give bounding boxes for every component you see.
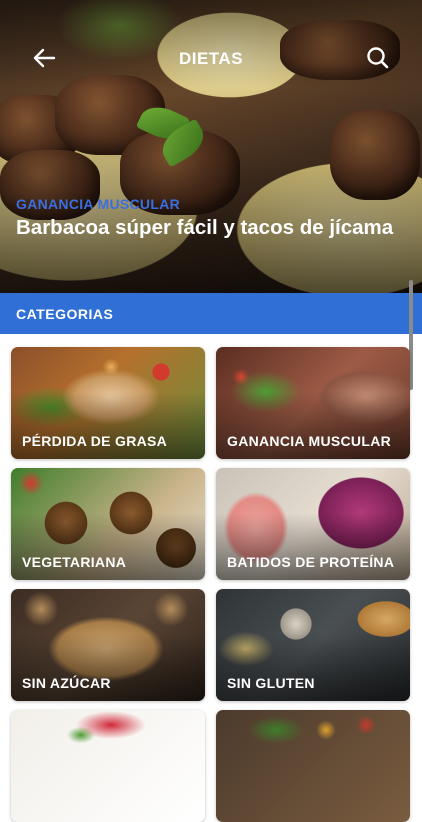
featured-recipe-banner[interactable]: DIETAS GANANCIA MUSCULAR Barbacoa súper … <box>0 0 422 293</box>
category-label: BATIDOS DE PROTEÍNA <box>227 554 395 570</box>
top-bar: DIETAS <box>0 38 422 78</box>
search-button[interactable] <box>364 44 392 72</box>
category-image <box>216 710 410 822</box>
category-label: GANANCIA MUSCULAR <box>227 433 392 449</box>
category-card-vegetariana[interactable]: VEGETARIANA <box>11 468 205 580</box>
category-card-sin-gluten[interactable]: SIN GLUTEN <box>216 589 410 701</box>
category-label: VEGETARIANA <box>22 554 127 570</box>
featured-category-label[interactable]: GANANCIA MUSCULAR <box>16 196 180 212</box>
category-card-perdida-de-grasa[interactable]: PÉRDIDA DE GRASA <box>11 347 205 459</box>
page-title: DIETAS <box>178 49 244 68</box>
search-icon <box>367 47 389 69</box>
category-label: PÉRDIDA DE GRASA <box>22 433 168 449</box>
category-label: SIN AZÚCAR <box>22 675 111 691</box>
category-label: SIN GLUTEN <box>227 675 315 691</box>
category-card[interactable] <box>11 710 205 822</box>
category-card-ganancia-muscular[interactable]: GANANCIA MUSCULAR <box>216 347 410 459</box>
category-card-sin-azucar[interactable]: SIN AZÚCAR <box>11 589 205 701</box>
category-card[interactable] <box>216 710 410 822</box>
category-card-batidos-de-proteina[interactable]: BATIDOS DE PROTEÍNA <box>216 468 410 580</box>
categories-header: CATEGORIAS <box>0 293 422 334</box>
category-image <box>11 710 205 822</box>
categories-heading: CATEGORIAS <box>16 306 114 322</box>
featured-recipe-title[interactable]: Barbacoa súper fácil y tacos de jícama <box>16 215 406 241</box>
